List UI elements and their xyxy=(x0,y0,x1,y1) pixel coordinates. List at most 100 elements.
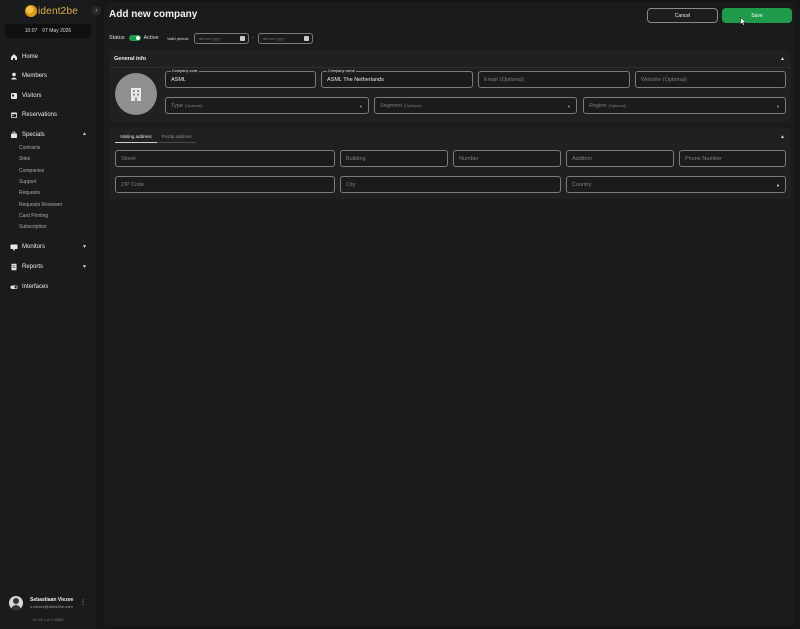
email-field[interactable]: Email (Optional) xyxy=(478,71,630,88)
divider xyxy=(109,67,791,68)
nav-label-members: Members xyxy=(22,73,48,79)
sub-item-requests-reviewer[interactable]: Requests Reviewer xyxy=(19,201,62,209)
country-placeholder: Country xyxy=(572,181,592,188)
segment-placeholder: Segment xyxy=(380,102,403,109)
sub-item-support[interactable]: Support xyxy=(19,178,37,186)
nav-item-interfaces[interactable]: Interfaces xyxy=(10,281,48,293)
nav-item-monitors[interactable]: Monitors xyxy=(10,241,45,253)
sub-item-contracts[interactable]: Contracts xyxy=(19,144,40,152)
calendar-icon[interactable] xyxy=(304,36,309,41)
city-placeholder: City xyxy=(346,181,356,188)
type-select[interactable]: Type (Optional) ▼ xyxy=(165,97,369,114)
sub-item-sites[interactable]: Sites xyxy=(19,155,30,163)
sub-item-subscription[interactable]: Subscription xyxy=(19,223,47,231)
phone-placeholder: Phone Number xyxy=(685,155,722,162)
building-icon xyxy=(131,88,141,101)
logo[interactable]: ident2be xyxy=(25,4,78,18)
phone-number-field[interactable]: Phone Number xyxy=(679,150,786,167)
nav-label-reservations: Reservations xyxy=(22,112,58,118)
company-code-field[interactable]: Company code ASML xyxy=(165,69,316,88)
general-info-title: General info xyxy=(114,56,147,62)
segment-select[interactable]: Segment (Optional) ▼ xyxy=(374,97,577,114)
email-optional: (Optional) xyxy=(499,76,524,83)
status-row: Status Active xyxy=(109,32,159,44)
collapse-sidebar-button[interactable]: ‹ xyxy=(92,6,101,15)
zip-code-field[interactable]: ZIP Code xyxy=(115,176,335,193)
chevron-up-icon[interactable]: ▲ xyxy=(82,131,87,137)
save-button[interactable]: Save xyxy=(722,8,792,23)
user-email: s.viezee@ident2be.com xyxy=(30,604,73,609)
person-icon xyxy=(11,72,17,80)
chevron-down-icon[interactable]: ▼ xyxy=(82,244,87,250)
clock-time: 10:07 xyxy=(24,28,38,34)
addition-placeholder: Addition xyxy=(572,155,592,162)
user-name: Sebastiaan Viezee xyxy=(30,597,74,603)
briefcase-icon xyxy=(11,131,17,138)
region-select[interactable]: Region (Optional) ▼ xyxy=(583,97,786,114)
address-tabs: Visiting address Postal address xyxy=(115,133,197,143)
date-placeholder: dd.mm.yyyy xyxy=(199,36,221,41)
tab-visiting-address[interactable]: Visiting address xyxy=(115,133,157,143)
chevron-down-icon: ▼ xyxy=(359,104,363,109)
sub-item-card-printing[interactable]: Card Printing xyxy=(19,212,48,220)
street-field[interactable]: Street xyxy=(115,150,335,167)
status-toggle[interactable] xyxy=(128,35,141,41)
company-code-value: ASML xyxy=(171,76,186,83)
type-optional: (Optional) xyxy=(184,103,203,108)
company-name-field[interactable]: Company name ASML The Netherlands xyxy=(321,69,473,88)
nav-item-members[interactable]: Members xyxy=(10,70,47,82)
nav-label-reports: Reports xyxy=(22,264,44,270)
cancel-button[interactable]: Cancel xyxy=(647,8,718,23)
city-field[interactable]: City xyxy=(340,176,561,193)
website-field[interactable]: Website (Optional) xyxy=(635,71,786,88)
chevron-up-icon[interactable]: ▲ xyxy=(780,134,785,140)
region-optional: (Optional) xyxy=(608,103,626,108)
sidebar: ident2be 10:07 07 May 2026 Home Members … xyxy=(0,0,96,629)
logo-text: ident2be xyxy=(38,5,78,17)
street-placeholder: Street xyxy=(121,155,136,162)
date-placeholder: dd.mm.yyyy xyxy=(263,36,285,41)
addition-field[interactable]: Addition xyxy=(566,150,674,167)
version: v0.29.x-rc.0.5898 xyxy=(32,617,64,622)
chevron-down-icon: ▼ xyxy=(776,183,780,188)
clock-date: 07 May 2026 xyxy=(42,28,72,34)
sub-item-requests[interactable]: Requests xyxy=(19,189,40,197)
avatar xyxy=(9,596,23,610)
status-value: Active xyxy=(143,35,159,41)
nav-item-reports[interactable]: Reports xyxy=(10,261,43,273)
calendar-icon[interactable] xyxy=(240,36,245,41)
company-code-label: Company code xyxy=(171,69,199,74)
chevron-down-icon[interactable]: ▼ xyxy=(82,264,87,270)
sub-item-companies[interactable]: Companies xyxy=(19,167,44,175)
country-select[interactable]: Country ▼ xyxy=(566,176,786,193)
tab-postal-address[interactable]: Postal address xyxy=(156,133,197,143)
nav-item-reservations[interactable]: Reservations xyxy=(10,109,57,121)
chevron-left-icon: ‹ xyxy=(95,7,98,14)
user-block[interactable]: Sebastiaan Viezee s.viezee@ident2be.com … xyxy=(5,593,91,613)
zip-placeholder: ZIP Code xyxy=(121,181,145,188)
website-placeholder: Website xyxy=(641,76,661,83)
valid-to-date-field[interactable]: dd.mm.yyyy xyxy=(258,33,313,44)
nav-label-visitors: Visitors xyxy=(22,93,42,99)
clock: 10:07 07 May 2026 xyxy=(5,24,91,38)
nav-label-monitors: Monitors xyxy=(22,244,46,250)
nav-item-specials[interactable]: Specials xyxy=(10,129,45,141)
nav-item-visitors[interactable]: Visitors xyxy=(10,90,42,102)
nav-item-home[interactable]: Home xyxy=(10,51,38,63)
monitor-icon xyxy=(10,244,18,251)
chevron-down-icon: ▼ xyxy=(776,104,780,109)
logo-mark-icon xyxy=(25,5,37,17)
chevron-up-icon[interactable]: ▲ xyxy=(780,56,785,62)
company-logo-upload[interactable] xyxy=(115,73,157,115)
building-field[interactable]: Building xyxy=(340,150,448,167)
id-card-icon xyxy=(11,93,17,99)
mouse-cursor-icon xyxy=(740,17,747,26)
building-placeholder: Building xyxy=(346,155,366,162)
status-label: Status xyxy=(109,35,125,41)
valid-from-date-field[interactable]: dd.mm.yyyy xyxy=(194,33,249,44)
user-text: Sebastiaan Viezee s.viezee@ident2be.com xyxy=(30,597,73,609)
home-icon xyxy=(11,54,17,60)
calendar-icon xyxy=(11,112,17,118)
more-vertical-icon[interactable]: ⋮ xyxy=(80,599,86,606)
number-field[interactable]: Number xyxy=(453,150,561,167)
